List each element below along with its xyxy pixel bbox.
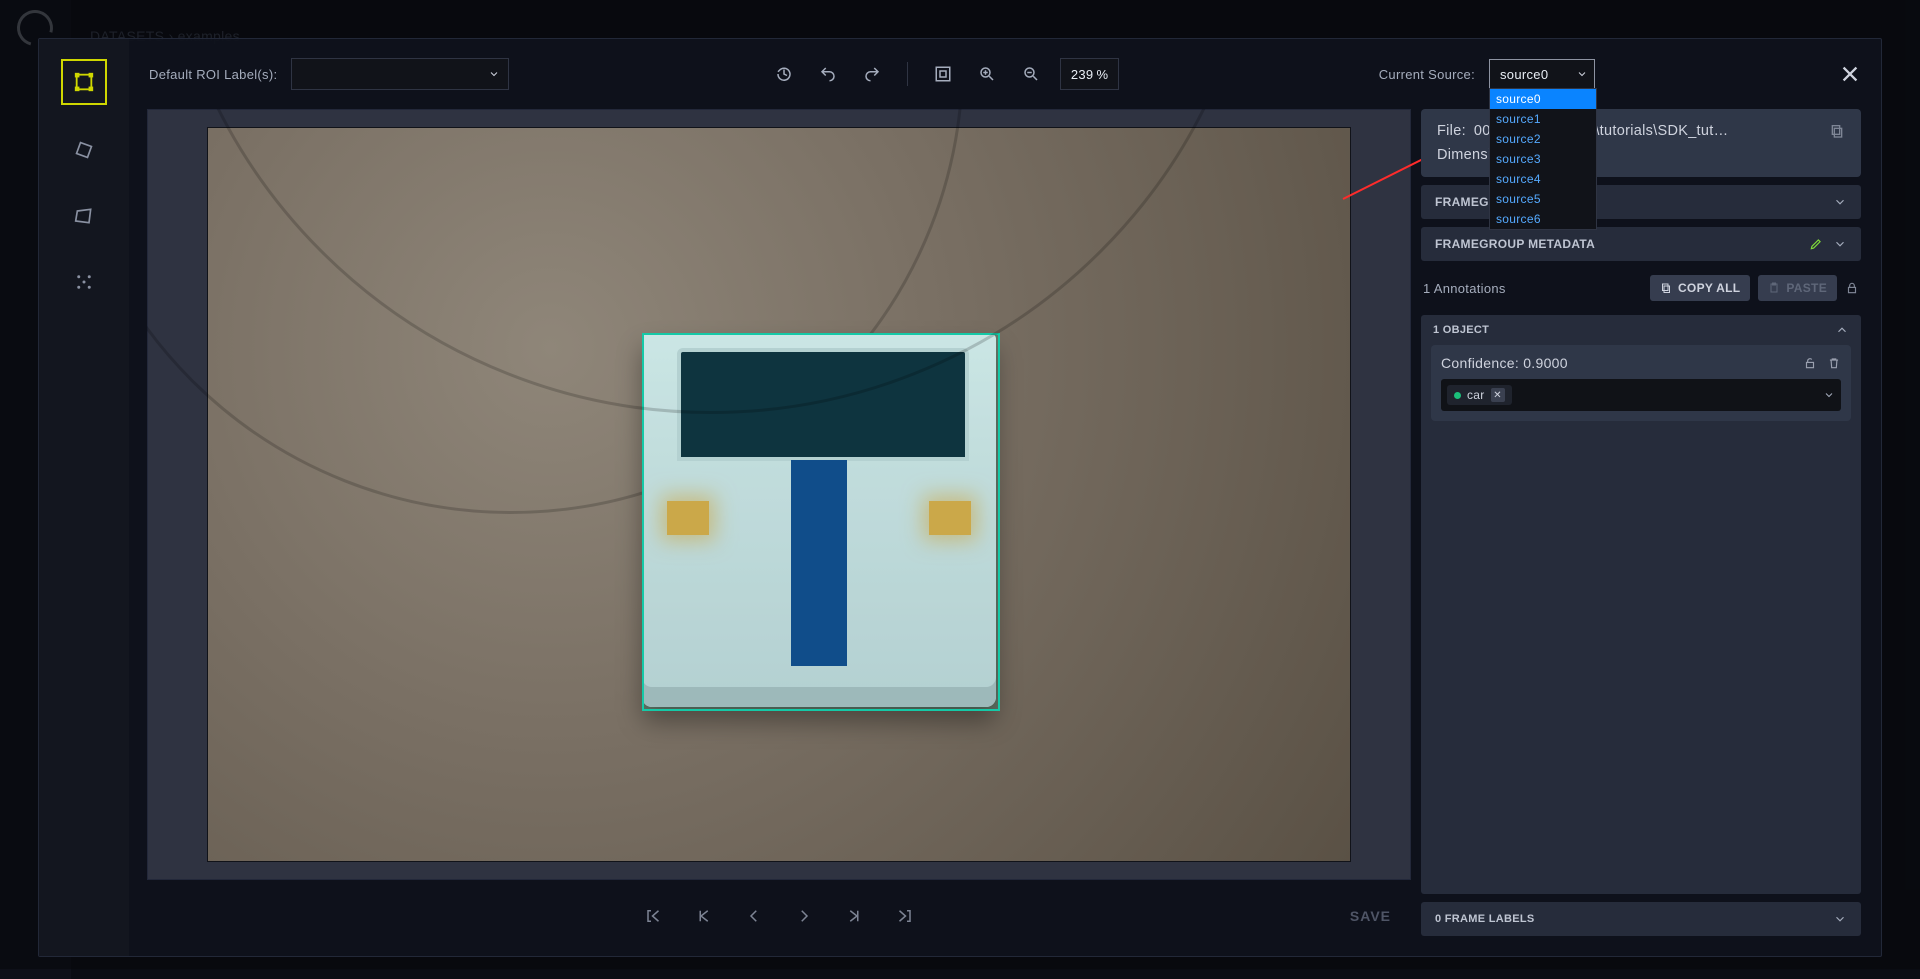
next-frame-button[interactable]	[789, 901, 819, 931]
undo-icon	[819, 65, 837, 83]
object-card[interactable]: Confidence: 0.9000 car ✕	[1431, 345, 1851, 421]
image-frame	[207, 127, 1351, 862]
tag-label: car	[1467, 388, 1485, 402]
tool-polygon[interactable]	[63, 195, 105, 237]
source-option-source3[interactable]: source3	[1490, 149, 1596, 169]
framegroup-metadata-panel[interactable]: FRAMEGROUP METADATA	[1421, 227, 1861, 261]
framegroup-meta-label: FRAMEGROUP METADATA	[1435, 237, 1595, 251]
file-info-panel: File: 0000 - C:\Projects\tutorials\SDK_t…	[1421, 109, 1861, 177]
skip-next-icon	[845, 907, 863, 925]
chevron-down-icon	[488, 68, 500, 80]
source-option-source0[interactable]: source0	[1490, 89, 1596, 109]
objects-panel: 1 OBJECT Confidence: 0.9000 car ✕	[1421, 315, 1861, 894]
next-key-button[interactable]	[839, 901, 869, 931]
confidence-text: Confidence: 0.9000	[1441, 355, 1568, 371]
trash-icon[interactable]	[1827, 356, 1841, 370]
last-frame-button[interactable]	[889, 901, 919, 931]
zoom-value-pill[interactable]: 239 %	[1060, 58, 1119, 90]
annotations-row: 1 Annotations COPY ALL PASTE	[1421, 269, 1861, 307]
separator	[907, 62, 908, 86]
object-title-row: Confidence: 0.9000	[1441, 355, 1841, 371]
arrow-left-icon	[745, 907, 763, 925]
source-select-value: source0	[1500, 67, 1548, 82]
chevron-down-icon	[1833, 237, 1847, 251]
prev-key-button[interactable]	[689, 901, 719, 931]
undo-button[interactable]	[813, 59, 843, 89]
paste-button[interactable]: PASTE	[1758, 275, 1837, 301]
tag-remove-button[interactable]: ✕	[1491, 388, 1505, 402]
zoom-out-icon	[1022, 65, 1040, 83]
objects-title: 1 OBJECT	[1433, 324, 1489, 336]
save-button[interactable]: SAVE	[1350, 908, 1391, 924]
canvas[interactable]	[147, 109, 1411, 880]
unlock-icon[interactable]	[1803, 356, 1817, 370]
zoom-value: 239	[1071, 67, 1094, 82]
tag-input-row[interactable]: car ✕	[1441, 379, 1841, 411]
history-icon	[775, 65, 793, 83]
current-source-label: Current Source:	[1379, 67, 1475, 82]
frame-labels-title: 0 FRAME LABELS	[1435, 913, 1535, 925]
source-option-source5[interactable]: source5	[1490, 189, 1596, 209]
first-frame-button[interactable]	[639, 901, 669, 931]
source-option-source2[interactable]: source2	[1490, 129, 1596, 149]
annotation-editor: Default ROI Label(s): 239 % Current	[38, 38, 1882, 957]
tag-car[interactable]: car ✕	[1447, 385, 1512, 405]
tool-keypoints[interactable]	[63, 261, 105, 303]
skip-first-icon	[645, 907, 663, 925]
arrow-right-icon	[795, 907, 813, 925]
history-reset-button[interactable]	[769, 59, 799, 89]
chevron-down-icon	[1823, 389, 1835, 401]
source-dropdown: source0source1source2source3source4sourc…	[1489, 88, 1597, 230]
chevron-down-icon	[1833, 195, 1847, 209]
source-option-source1[interactable]: source1	[1490, 109, 1596, 129]
chevron-up-icon	[1835, 323, 1849, 337]
tag-color-dot	[1454, 392, 1461, 399]
redo-button[interactable]	[857, 59, 887, 89]
bounding-box-icon	[73, 71, 95, 93]
source-select[interactable]: source0 source0source1source2source3sour…	[1489, 59, 1595, 89]
redo-icon	[863, 65, 881, 83]
fit-icon	[934, 65, 952, 83]
source-option-source6[interactable]: source6	[1490, 209, 1596, 229]
close-icon	[1839, 63, 1861, 85]
fit-button[interactable]	[928, 59, 958, 89]
copy-icon[interactable]	[1829, 123, 1845, 139]
tool-palette	[39, 39, 129, 956]
copy-all-button[interactable]: COPY ALL	[1650, 275, 1750, 301]
file-key: File:	[1437, 123, 1466, 139]
rotate-box-icon	[74, 140, 94, 160]
roi-label-text: Default ROI Label(s):	[149, 67, 277, 82]
frame-labels-panel[interactable]: 0 FRAME LABELS	[1421, 902, 1861, 936]
chevron-down-icon	[1576, 68, 1588, 80]
editor-toolbar: Default ROI Label(s): 239 % Current	[129, 51, 1881, 97]
tool-bbox[interactable]	[61, 59, 107, 105]
zoom-in-button[interactable]	[972, 59, 1002, 89]
objects-header[interactable]: 1 OBJECT	[1421, 315, 1861, 345]
zoom-out-button[interactable]	[1016, 59, 1046, 89]
copy-icon	[1660, 282, 1672, 294]
close-button[interactable]	[1839, 63, 1861, 85]
zoom-unit: %	[1096, 67, 1108, 82]
chevron-down-icon	[1833, 912, 1847, 926]
framegroup-panel[interactable]: FRAMEGROUP	[1421, 185, 1861, 219]
inspector: File: 0000 - C:\Projects\tutorials\SDK_t…	[1421, 109, 1861, 936]
zoom-in-icon	[978, 65, 996, 83]
paste-icon	[1768, 282, 1780, 294]
skip-prev-icon	[695, 907, 713, 925]
roi-label-select[interactable]	[291, 58, 509, 90]
edit-icon[interactable]	[1809, 237, 1823, 251]
keypoints-icon	[75, 273, 93, 291]
prev-frame-button[interactable]	[739, 901, 769, 931]
annotations-count: 1 Annotations	[1423, 281, 1506, 296]
playbar: SAVE	[147, 896, 1411, 936]
tool-rotate-bbox[interactable]	[63, 129, 105, 171]
roi-bbox[interactable]	[642, 333, 1000, 711]
source-option-source4[interactable]: source4	[1490, 169, 1596, 189]
skip-last-icon	[895, 907, 913, 925]
polygon-icon	[74, 206, 94, 226]
lock-icon[interactable]	[1845, 281, 1859, 295]
